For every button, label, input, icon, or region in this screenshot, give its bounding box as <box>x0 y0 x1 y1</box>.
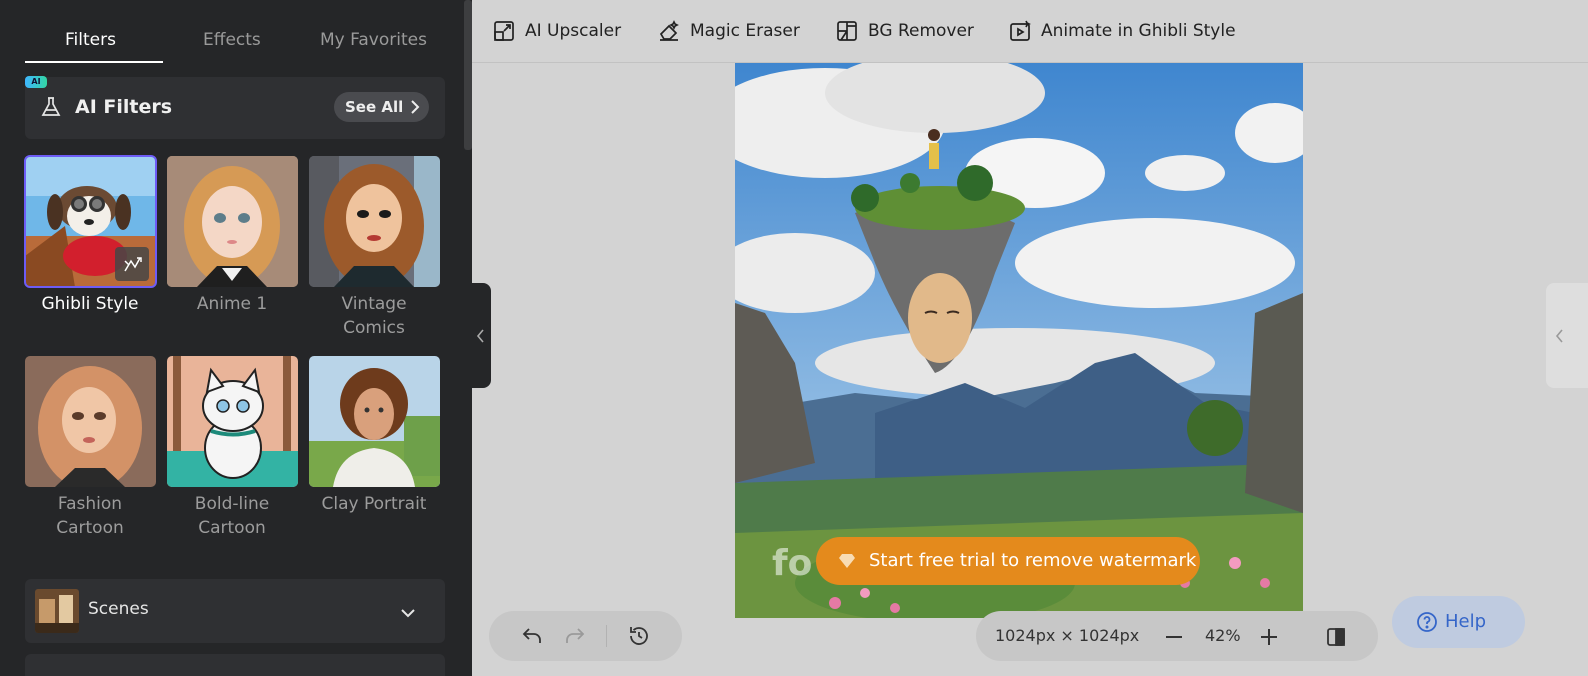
compare-icon[interactable] <box>115 247 149 281</box>
see-all-button[interactable]: See All <box>334 92 429 122</box>
ai-upscaler-button[interactable]: AI Upscaler <box>493 19 621 43</box>
next-section[interactable] <box>25 654 445 676</box>
scenes-label: Scenes <box>88 599 149 619</box>
chevron-down-icon[interactable] <box>400 604 416 623</box>
compare-view-icon[interactable] <box>1326 627 1346 651</box>
chevron-right-icon <box>411 100 420 114</box>
ai-upscaler-label: AI Upscaler <box>525 21 622 41</box>
flask-icon <box>40 96 62 122</box>
filter-ghibli-style-label[interactable]: Ghibli Style <box>15 292 165 316</box>
filter-fashion-cartoon-thumb[interactable] <box>25 356 156 487</box>
ai-filters-title: AI Filters <box>75 96 173 118</box>
upscale-icon <box>494 21 514 41</box>
top-toolbar: AI Upscaler Magic Eraser BG Remover Anim… <box>472 0 1588 63</box>
history-divider <box>606 625 607 647</box>
filter-anime-1-thumb[interactable] <box>167 156 298 287</box>
bg-remover-label: BG Remover <box>868 21 974 41</box>
filter-vintage-comics-thumb[interactable] <box>309 156 440 287</box>
filter-fashion-cartoon-label[interactable]: Fashion Cartoon <box>15 492 165 540</box>
filter-bold-line-cartoon-label[interactable]: Bold-line Cartoon <box>157 492 307 540</box>
right-panel-toggle[interactable] <box>1546 283 1588 388</box>
animate-ghibli-button[interactable]: Animate in Ghibli Style <box>1009 19 1236 43</box>
filter-clay-portrait-thumb[interactable] <box>309 356 440 487</box>
watermark-text: fo <box>772 543 813 584</box>
filter-vintage-comics-label[interactable]: Vintage Comics <box>299 292 449 340</box>
animate-icon <box>1010 20 1031 41</box>
help-button[interactable]: Help <box>1392 596 1525 648</box>
tab-filters[interactable]: Filters <box>65 30 116 50</box>
collapse-sidebar-button[interactable] <box>472 283 491 388</box>
magic-eraser-label: Magic Eraser <box>690 21 800 41</box>
filter-bold-line-cartoon-thumb[interactable] <box>167 356 298 487</box>
redo-icon[interactable] <box>563 624 587 652</box>
sidebar-scrollbar[interactable] <box>464 0 472 150</box>
active-tab-indicator <box>25 61 163 63</box>
filter-clay-portrait-label[interactable]: Clay Portrait <box>299 492 449 516</box>
undo-icon[interactable] <box>520 624 544 652</box>
scenes-thumb <box>35 589 79 633</box>
bg-remove-icon <box>837 21 857 41</box>
chevron-left-icon <box>1555 329 1563 343</box>
image-dimensions: 1024px × 1024px <box>995 626 1140 645</box>
zoom-level: 42% <box>1205 626 1241 645</box>
help-label: Help <box>1445 611 1487 632</box>
ai-badge: AI <box>25 76 47 88</box>
chevron-left-icon <box>476 329 484 343</box>
eraser-icon <box>659 20 679 41</box>
animate-ghibli-label: Animate in Ghibli Style <box>1041 21 1236 41</box>
start-trial-button[interactable]: Start free trial to remove watermark <box>816 537 1200 585</box>
filters-sidebar: Filters Effects My Favorites AI AI Filte… <box>0 0 472 676</box>
question-icon <box>1417 612 1437 632</box>
see-all-label: See All <box>345 98 404 116</box>
tab-effects[interactable]: Effects <box>203 30 261 50</box>
sidebar-tabs: Filters Effects My Favorites <box>25 22 445 64</box>
tab-my-favorites[interactable]: My Favorites <box>320 30 427 50</box>
canvas-image[interactable] <box>735 63 1303 618</box>
bg-remover-button[interactable]: BG Remover <box>836 19 974 43</box>
start-trial-label: Start free trial to remove watermark <box>869 550 1197 571</box>
zoom-in-icon[interactable] <box>1258 626 1280 652</box>
zoom-out-icon[interactable] <box>1163 626 1185 652</box>
magic-eraser-button[interactable]: Magic Eraser <box>658 19 800 43</box>
filter-anime-1-label[interactable]: Anime 1 <box>157 292 307 316</box>
diamond-icon <box>839 554 855 568</box>
history-icon[interactable] <box>627 624 651 652</box>
